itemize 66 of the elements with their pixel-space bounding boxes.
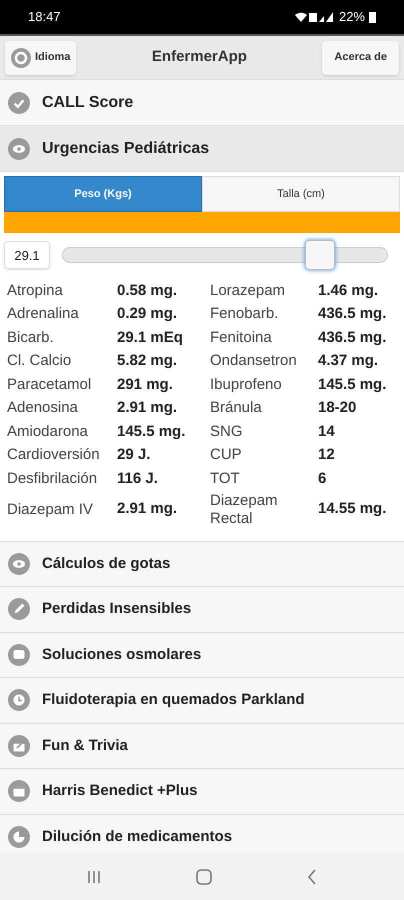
drug-dose: 18-20: [318, 398, 358, 418]
drug-dose: 4.37 mg.: [318, 351, 380, 371]
drug-dose: 436.5 mg.: [318, 328, 388, 348]
drug-name: Cl. Calcio: [7, 351, 72, 372]
drug-dose: 14: [318, 422, 336, 442]
drug-name: SNG: [210, 422, 244, 442]
pencil-icon: [8, 598, 30, 620]
drug-name: Bicarb.: [7, 328, 55, 348]
drug-name: Lorazepam: [210, 280, 286, 301]
drug-dose: 6: [318, 468, 328, 488]
drug-name: Ibuprofeno: [210, 374, 283, 395]
back-icon[interactable]: [306, 868, 317, 884]
drug-name: Paracetamol: [7, 374, 92, 395]
drug-name: Diazepam IV: [7, 500, 94, 520]
drug-dose: 29.1 mEq: [117, 328, 184, 348]
signal-icon: [294, 11, 335, 23]
drug-name: Fenobarb.: [210, 304, 280, 324]
section-header[interactable]: Urgencias Pediátricas: [0, 126, 404, 172]
clock-icon: [8, 689, 30, 712]
drug-dose: 12: [318, 445, 336, 465]
drug-dose: 5.82 mg.: [117, 351, 178, 371]
drug-dose: 436.5 mg.: [318, 304, 388, 324]
home-icon[interactable]: [196, 868, 212, 884]
drug-name: Amiodarona: [7, 422, 89, 442]
drug-dose: 2.91 mg.: [117, 499, 178, 520]
battery-level: 22%: [338, 8, 365, 26]
drug-name: Adenosina: [7, 398, 79, 418]
drug-name: Adrenalina: [7, 304, 80, 324]
drug-dose: 0.29 mg.: [117, 304, 178, 324]
drug-dose: 291 mg.: [117, 374, 174, 394]
about-button[interactable]: Acerca de: [322, 40, 399, 74]
battery-icon: [369, 11, 376, 23]
drug-name: Diazepam Rectal: [210, 490, 279, 528]
drug-name: Atropina: [7, 280, 64, 301]
tab[interactable]: Talla (cm): [202, 176, 400, 212]
eye-icon: [8, 138, 30, 160]
eye-icon: [8, 552, 30, 575]
drug-name: Ondansetron: [210, 351, 298, 372]
recent-apps-icon[interactable]: [87, 870, 102, 884]
drug-name: Fenitoina: [210, 328, 273, 348]
chat-icon: [8, 644, 30, 666]
slider[interactable]: [62, 239, 388, 271]
drug-dose: 145.5 mg.: [117, 422, 186, 442]
drug-name: CUP: [210, 445, 243, 466]
check-icon: [8, 92, 30, 114]
drug-name: Cardioversión: [7, 445, 101, 466]
drug-name: TOT: [210, 468, 241, 489]
language-button[interactable]: Idioma: [5, 40, 76, 74]
drug-dose: 1.46 mg.: [318, 280, 380, 300]
drug-dose: 14.55 mg.: [318, 499, 388, 520]
drug-dose: 0.58 mg.: [117, 280, 178, 300]
drug-dose: 29 J.: [117, 445, 152, 465]
drug-dose: 2.91 mg.: [117, 398, 178, 418]
settings-icon: [11, 48, 31, 68]
tab[interactable]: Peso (Kgs): [4, 176, 202, 212]
app-title: EnfermerApp: [152, 47, 247, 68]
weight-field[interactable]: 29.1: [4, 241, 50, 269]
slider-thumb[interactable]: [304, 240, 335, 270]
share-icon: [8, 734, 30, 757]
drug-name: Bránula: [210, 398, 263, 418]
drug-name: Desfibrilación: [7, 468, 98, 489]
status-time: 18:47: [28, 8, 61, 26]
drug-dose: 116 J.: [117, 468, 159, 488]
drug-dose: 145.5 mg.: [318, 374, 388, 394]
calendar-icon: [8, 780, 30, 802]
pie-icon: [8, 826, 30, 848]
